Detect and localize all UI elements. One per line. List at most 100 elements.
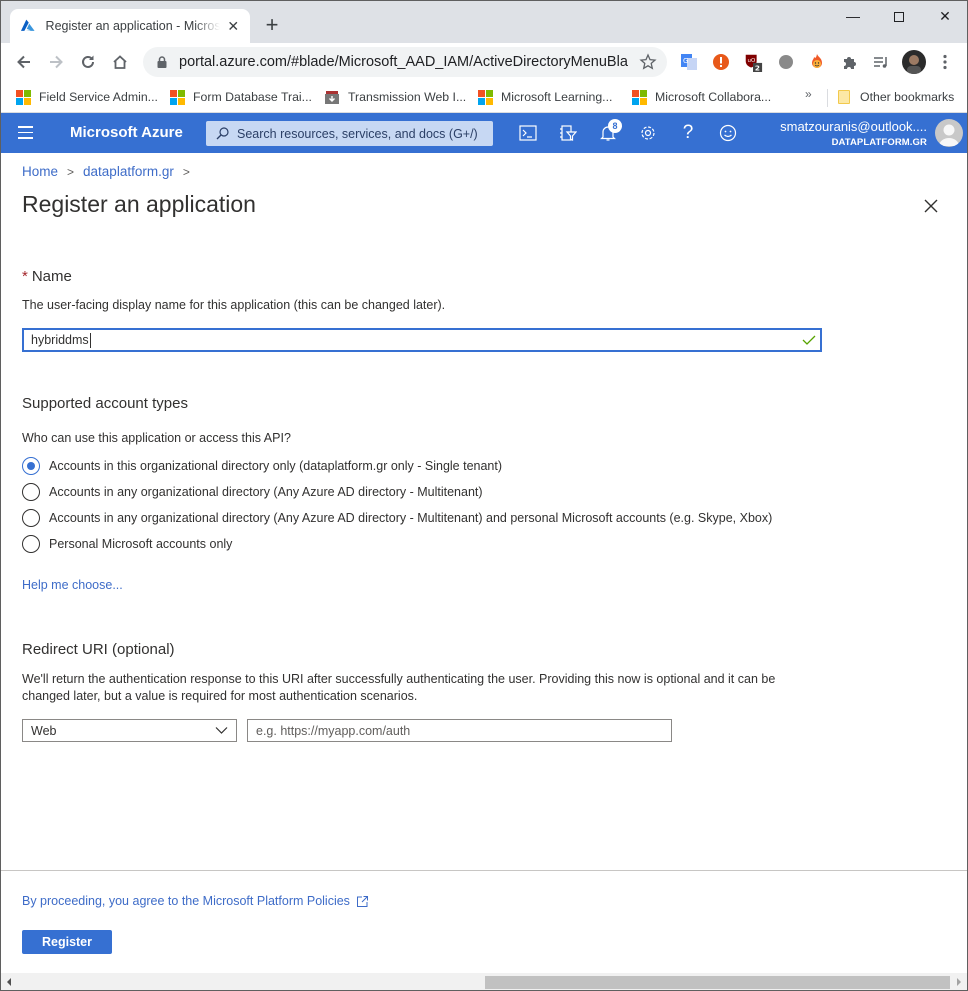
bookmark-item[interactable]: Transmission Web I... (324, 86, 466, 108)
redirect-uri-heading: Redirect URI (optional) (22, 641, 175, 658)
new-tab-button[interactable]: + (260, 13, 284, 37)
radio-button[interactable] (22, 483, 40, 501)
search-icon (216, 127, 229, 140)
breadcrumb: Home > dataplatform.gr > (22, 164, 199, 179)
home-button[interactable] (105, 47, 135, 77)
page-title: Register an application (22, 191, 256, 217)
account-type-option-multitenant[interactable]: Accounts in any organizational directory… (22, 483, 483, 501)
window-close-button[interactable]: ✕ (925, 5, 965, 27)
other-bookmarks[interactable]: Other bookmarks (838, 86, 954, 108)
maximize-icon (894, 12, 904, 23)
microsoft-icon (170, 89, 185, 105)
alert-extension-icon[interactable] (711, 52, 731, 72)
register-button[interactable]: Register (22, 930, 112, 954)
profile-avatar-icon[interactable] (902, 50, 926, 74)
azure-brand[interactable]: Microsoft Azure (70, 124, 183, 141)
radio-button[interactable] (22, 457, 40, 475)
bookmarks-divider (827, 89, 828, 107)
redirect-description-line1: We'll return the authentication response… (22, 672, 776, 686)
minimize-button[interactable]: — (833, 5, 873, 27)
name-description: The user-facing display name for this ap… (22, 298, 446, 312)
account-types-question: Who can use this application or access t… (22, 431, 291, 445)
account-info[interactable]: smatzouranis@outlook.... DATAPLATFORM.GR (780, 119, 927, 148)
microsoft-icon (478, 89, 493, 105)
close-icon[interactable] (922, 197, 940, 215)
breadcrumb-tenant[interactable]: dataplatform.gr (83, 164, 174, 179)
gray-circle-extension-icon[interactable] (776, 52, 796, 72)
account-type-option-personal[interactable]: Personal Microsoft accounts only (22, 535, 232, 553)
breadcrumb-home[interactable]: Home (22, 164, 58, 179)
notifications-badge: 8 (608, 119, 622, 133)
valid-checkmark-icon (802, 335, 816, 345)
feedback-smiley-icon[interactable] (717, 122, 739, 144)
scroll-right-icon[interactable] (957, 978, 961, 986)
app-name-value: hybriddms (31, 332, 91, 348)
address-bar[interactable]: portal.azure.com/#blade/Microsoft_AAD_IA… (143, 47, 667, 77)
bookmark-item[interactable]: Field Service Admin... (16, 86, 158, 108)
svg-text:G: G (683, 57, 688, 65)
account-email: smatzouranis@outlook.... (780, 119, 927, 134)
breadcrumb-separator: > (67, 164, 75, 179)
help-me-choose-link[interactable]: Help me choose... (22, 578, 123, 592)
google-translate-icon[interactable]: G (679, 52, 699, 72)
platform-selected-value: Web (31, 723, 57, 738)
account-tenant: DATAPLATFORM.GR (831, 137, 927, 148)
tab-close-icon[interactable]: ✕ (226, 18, 240, 35)
bookmark-item[interactable]: Microsoft Collabora... (632, 86, 771, 108)
maximize-button[interactable] (879, 5, 919, 27)
radio-button[interactable] (22, 535, 40, 553)
scrollbar-thumb[interactable] (485, 976, 950, 989)
home-icon (113, 55, 127, 69)
bookmark-item[interactable]: Form Database Trai... (170, 86, 312, 108)
external-link-icon (356, 895, 368, 907)
user-avatar-icon[interactable] (935, 119, 963, 147)
global-search-input[interactable]: Search resources, services, and docs (G+… (206, 121, 493, 146)
back-button[interactable] (9, 47, 39, 77)
extensions-puzzle-icon[interactable] (839, 52, 859, 72)
media-queue-icon[interactable] (871, 52, 891, 72)
app-name-input[interactable]: hybriddms (22, 328, 822, 352)
redirect-uri-input[interactable] (247, 719, 672, 742)
menu-kebab-icon[interactable] (935, 52, 955, 72)
folder-icon (838, 90, 850, 104)
svg-text:2: 2 (755, 64, 760, 73)
lock-icon (157, 56, 167, 68)
hamburger-menu-icon[interactable] (18, 126, 33, 139)
ublock-icon[interactable]: uO 2 (743, 52, 763, 73)
bookmarks-overflow-button[interactable]: » (805, 87, 812, 101)
account-type-option-single-tenant[interactable]: Accounts in this organizational director… (22, 457, 502, 475)
horizontal-scrollbar[interactable] (1, 973, 967, 990)
settings-gear-icon[interactable] (637, 122, 659, 144)
reload-button[interactable] (73, 47, 103, 77)
cloud-shell-icon[interactable] (517, 122, 539, 144)
browser-window: Register an application - Microsoft Azur… (0, 0, 968, 991)
help-icon[interactable]: ? (677, 122, 699, 144)
hola-icon[interactable] (807, 52, 827, 72)
azure-icon (20, 19, 35, 31)
directory-filter-icon[interactable] (557, 122, 579, 144)
radio-button[interactable] (22, 509, 40, 527)
required-marker: * (22, 268, 28, 285)
forward-button[interactable] (41, 47, 71, 77)
register-app-blade: Home > dataplatform.gr > Register an app… (1, 153, 967, 973)
microsoft-icon (632, 89, 647, 105)
tab-title: Register an application - Microsoft Azur… (45, 19, 221, 33)
platform-select[interactable]: Web (22, 719, 237, 742)
tab-strip: Register an application - Microsoft Azur… (1, 1, 967, 43)
breadcrumb-separator: > (182, 164, 190, 179)
bookmark-star-icon[interactable] (639, 53, 657, 71)
browser-toolbar: portal.azure.com/#blade/Microsoft_AAD_IA… (1, 43, 967, 81)
scroll-left-icon[interactable] (7, 978, 11, 986)
account-type-option-multitenant-personal[interactable]: Accounts in any organizational directory… (22, 509, 772, 527)
bookmark-item[interactable]: Microsoft Learning... (478, 86, 612, 108)
transmission-icon (325, 91, 339, 104)
back-arrow-icon (17, 55, 30, 69)
redirect-description-line2: changed later, but a value is required f… (22, 689, 418, 703)
account-types-heading: Supported account types (22, 395, 188, 412)
platform-policies-link[interactable]: By proceeding, you agree to the Microsof… (22, 894, 369, 908)
footer-divider (1, 870, 967, 871)
chevron-down-icon (215, 727, 228, 734)
reload-icon (82, 55, 94, 68)
browser-tab[interactable]: Register an application - Microsoft Azur… (10, 9, 250, 43)
url-text: portal.azure.com/#blade/Microsoft_AAD_IA… (179, 54, 629, 70)
